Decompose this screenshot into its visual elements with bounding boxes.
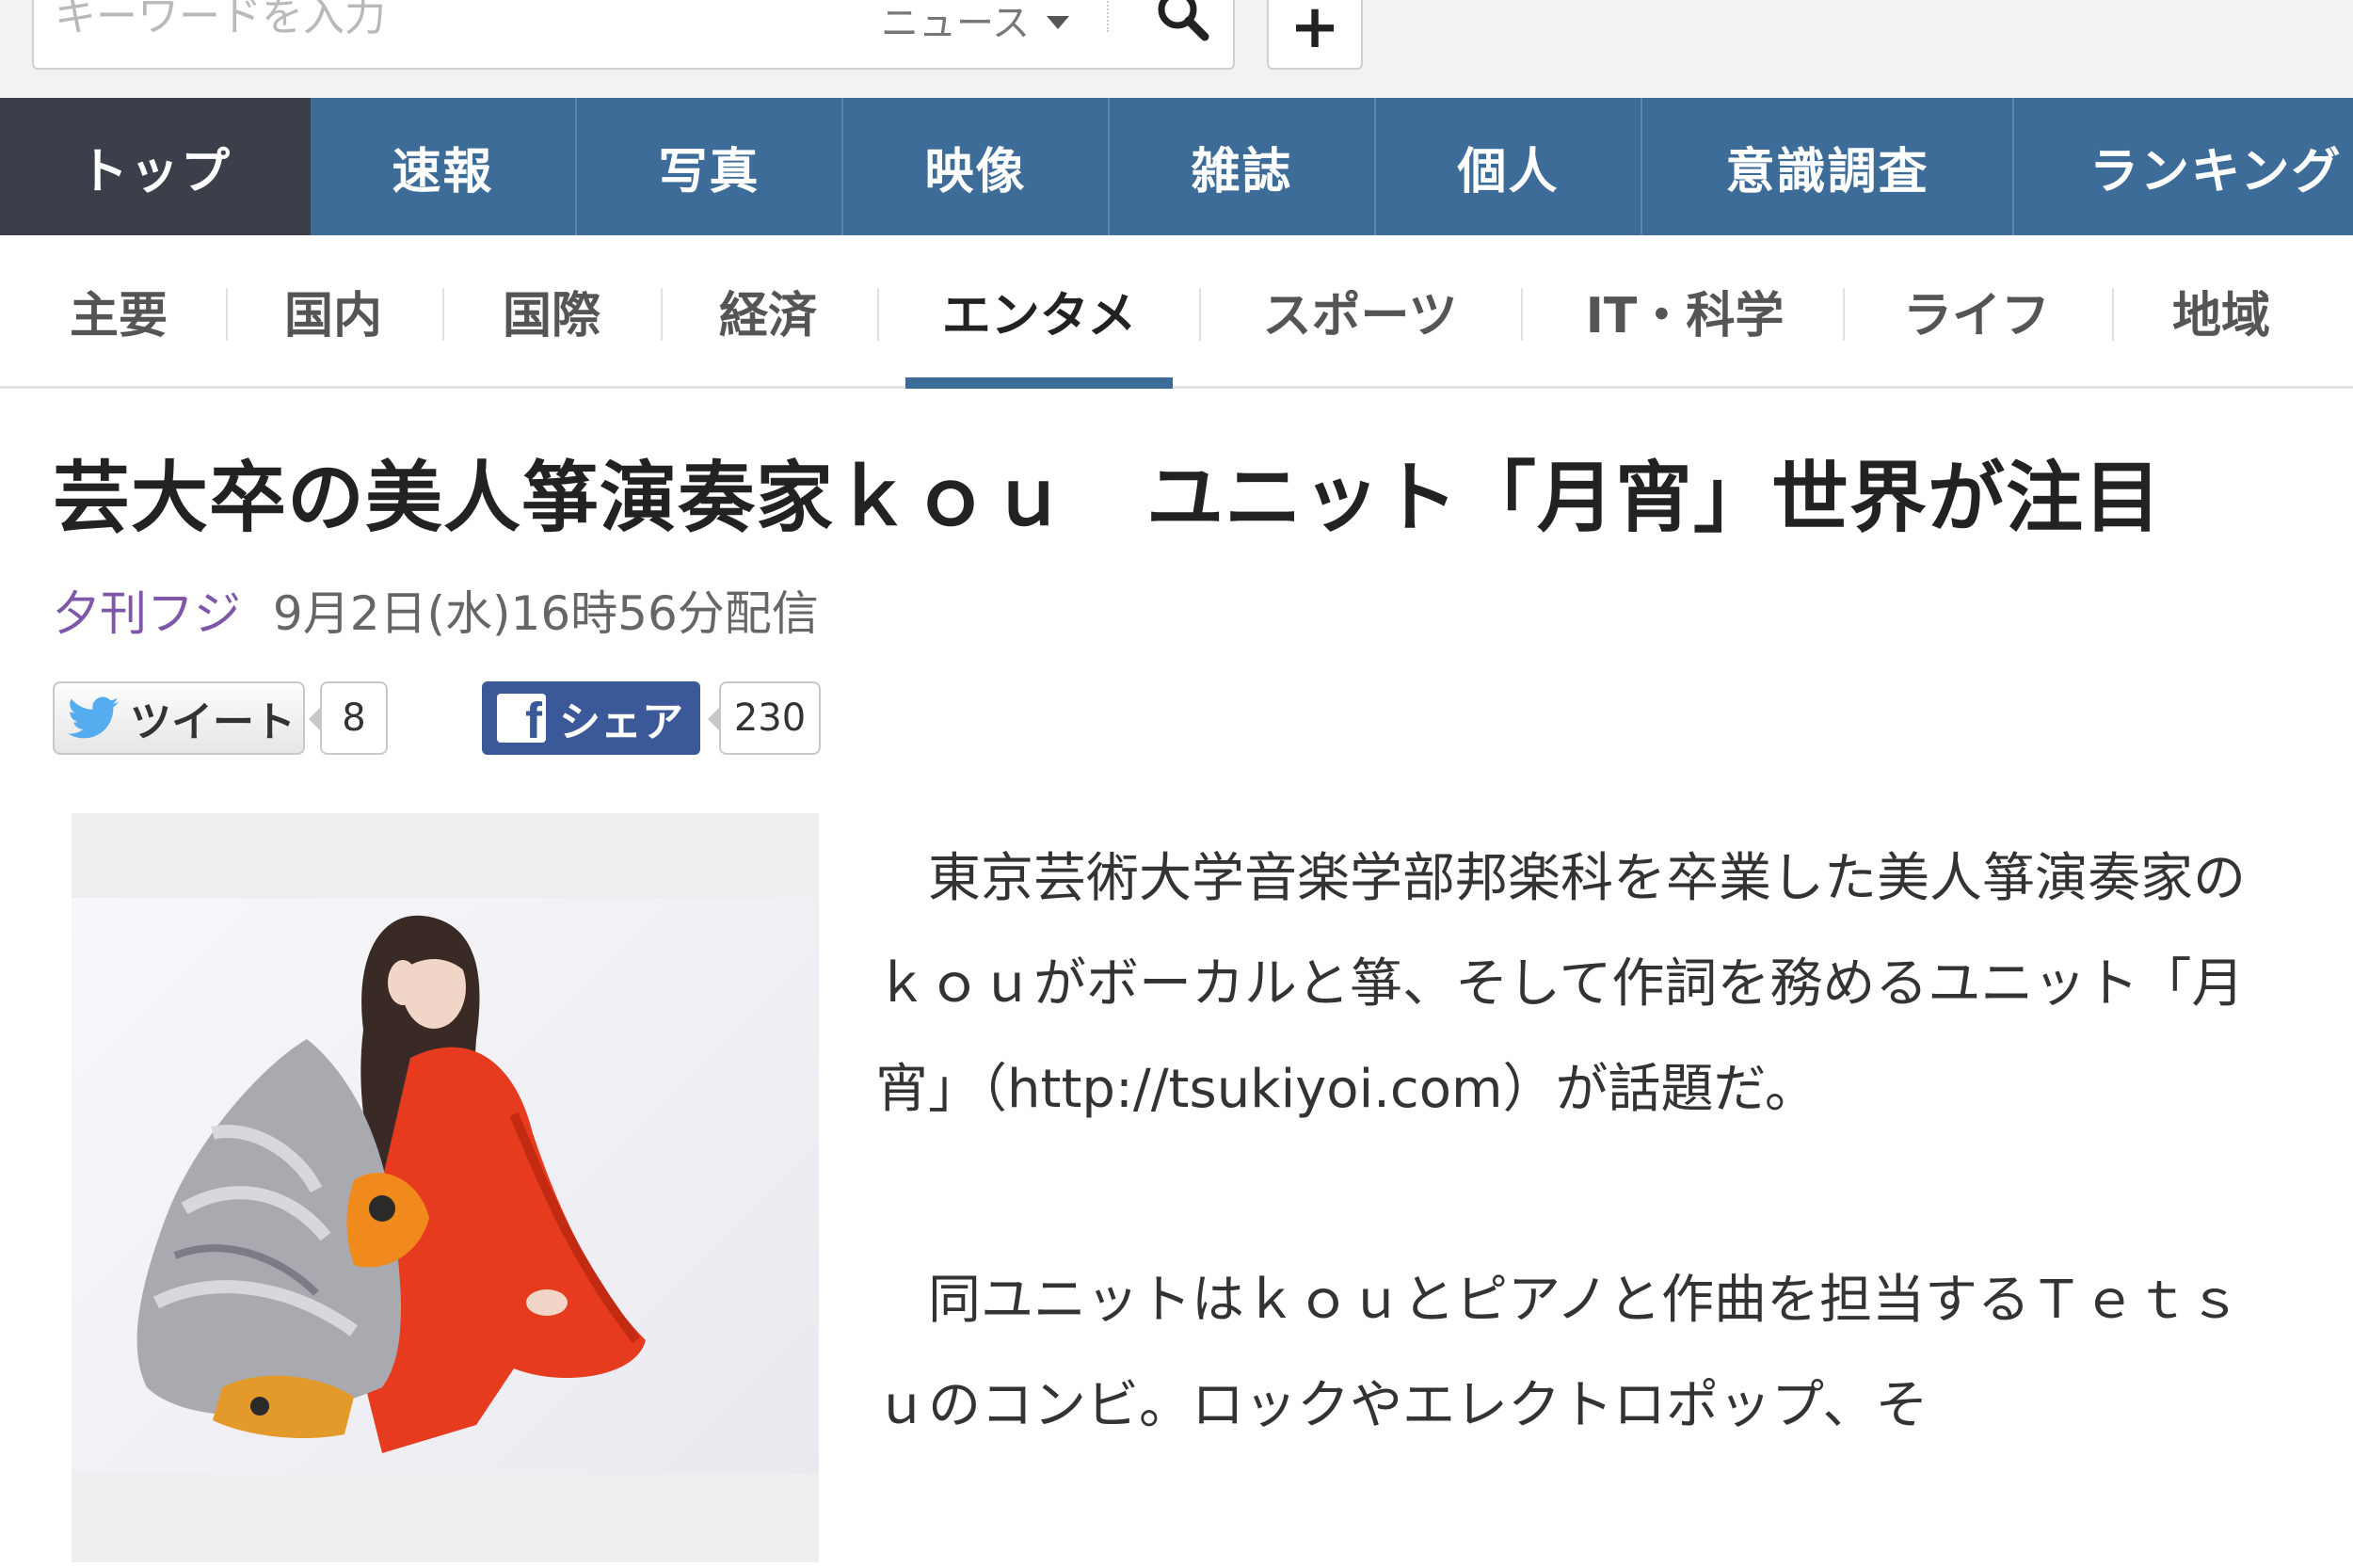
divider — [877, 288, 879, 341]
active-tab-indicator — [905, 377, 1173, 389]
tab-label: 国内 — [283, 287, 382, 344]
tab-entertainment[interactable]: エンタメ — [905, 235, 1173, 389]
tab-sports[interactable]: スポーツ — [1224, 235, 1497, 386]
chevron-down-icon — [1047, 16, 1069, 29]
main-nav-item-survey[interactable]: 意識調査 — [1642, 98, 2014, 235]
tweet-count: 8 — [309, 681, 388, 755]
main-nav-label: 映像 — [924, 143, 1027, 200]
category-select[interactable]: ニュース — [881, 0, 1069, 47]
divider — [442, 288, 444, 341]
source-link[interactable]: 夕刊フジ — [53, 586, 241, 641]
main-nav-label: 意識調査 — [1725, 143, 1929, 200]
publish-date: 9月2日(水)16時56分配信 — [272, 586, 819, 641]
tab-label: エンタメ — [941, 287, 1137, 344]
main-nav-label: 速報 — [392, 143, 494, 200]
tab-domestic[interactable]: 国内 — [252, 235, 414, 386]
main-nav-item-video[interactable]: 映像 — [843, 98, 1110, 235]
tab-label: IT・科学 — [1585, 287, 1785, 344]
article-title: 芸大卒の美人箏演奏家ｋｏｕ ユニット「月宵」世界が注目 — [53, 454, 2163, 543]
tab-label: 経済 — [718, 287, 817, 344]
search-bar: ニュース + — [0, 0, 2353, 98]
twitter-bird-icon — [68, 696, 119, 739]
search-input[interactable] — [53, 0, 847, 45]
tab-label: ライフ — [1902, 287, 2050, 344]
add-button[interactable]: + — [1267, 0, 1363, 70]
tab-label: スポーツ — [1262, 287, 1458, 344]
divider — [2112, 288, 2114, 341]
main-nav-item-ranking[interactable]: ランキング — [2014, 98, 2353, 235]
search-button[interactable] — [1144, 0, 1220, 47]
performer-figure — [136, 915, 646, 1453]
main-nav-label: トップ — [78, 143, 232, 200]
article-meta: 夕刊フジ 9月2日(水)16時56分配信 — [53, 576, 819, 644]
main-nav-item-flash[interactable]: 速報 — [311, 98, 577, 235]
main-nav-item-top[interactable]: トップ — [0, 98, 311, 235]
article-paragraph: 同ユニットはｋｏｕとピアノと作曲を担当するＴｅｔｓｕのコンビ。ロックやエレクトロ… — [875, 1270, 2241, 1436]
tab-life[interactable]: ライフ — [1864, 235, 2089, 386]
article-paragraph: 東京芸術大学音楽学部邦楽科を卒業した美人箏演奏家のｋｏｕがボーカルと箏、そして作… — [875, 848, 2246, 1120]
category-label: ニュース — [881, 2, 1030, 45]
main-nav-label: 雑誌 — [1191, 143, 1293, 200]
facebook-icon: f — [497, 694, 546, 743]
category-tabs: 主要 国内 国際 経済 エンタメ スポーツ IT・科学 ライフ 地域 — [0, 235, 2353, 389]
main-nav-label: ランキング — [2089, 143, 2343, 200]
search-icon — [1158, 0, 1209, 41]
divider — [226, 288, 228, 341]
divider — [661, 288, 663, 341]
tab-it-science[interactable]: IT・科学 — [1544, 235, 1826, 386]
tab-label: 国際 — [502, 287, 600, 344]
divider — [1843, 288, 1845, 341]
tab-international[interactable]: 国際 — [471, 235, 632, 386]
main-nav: トップ 速報 写真 映像 雑誌 個人 意識調査 ランキング — [0, 98, 2353, 235]
divider — [1107, 0, 1111, 32]
divider — [1521, 288, 1523, 341]
tab-region[interactable]: 地域 — [2127, 235, 2315, 386]
plus-icon: + — [1289, 0, 1340, 62]
share-label: シェア — [559, 698, 683, 746]
article-photo[interactable] — [72, 813, 819, 1562]
tweet-label: ツイート — [130, 698, 296, 746]
main-nav-label: 個人 — [1457, 143, 1560, 200]
main-nav-item-magazine[interactable]: 雑誌 — [1110, 98, 1376, 235]
main-nav-item-individual[interactable]: 個人 — [1376, 98, 1642, 235]
article-body: 東京芸術大学音楽学部邦楽科を卒業した美人箏演奏家のｋｏｕがボーカルと箏、そして作… — [875, 826, 2259, 1564]
tab-main[interactable]: 主要 — [38, 235, 200, 386]
photo-image — [72, 898, 819, 1474]
facebook-share-button[interactable]: f シェア — [482, 681, 700, 755]
search-box: ニュース — [32, 0, 1235, 70]
share-count: 230 — [708, 681, 821, 755]
tab-economy[interactable]: 経済 — [687, 235, 849, 386]
tweet-button[interactable]: ツイート — [53, 681, 305, 755]
tab-label: 地域 — [2171, 287, 2270, 344]
tab-label: 主要 — [69, 287, 168, 344]
divider — [1199, 288, 1201, 341]
main-nav-label: 写真 — [658, 143, 760, 200]
main-nav-item-photo[interactable]: 写真 — [577, 98, 843, 235]
